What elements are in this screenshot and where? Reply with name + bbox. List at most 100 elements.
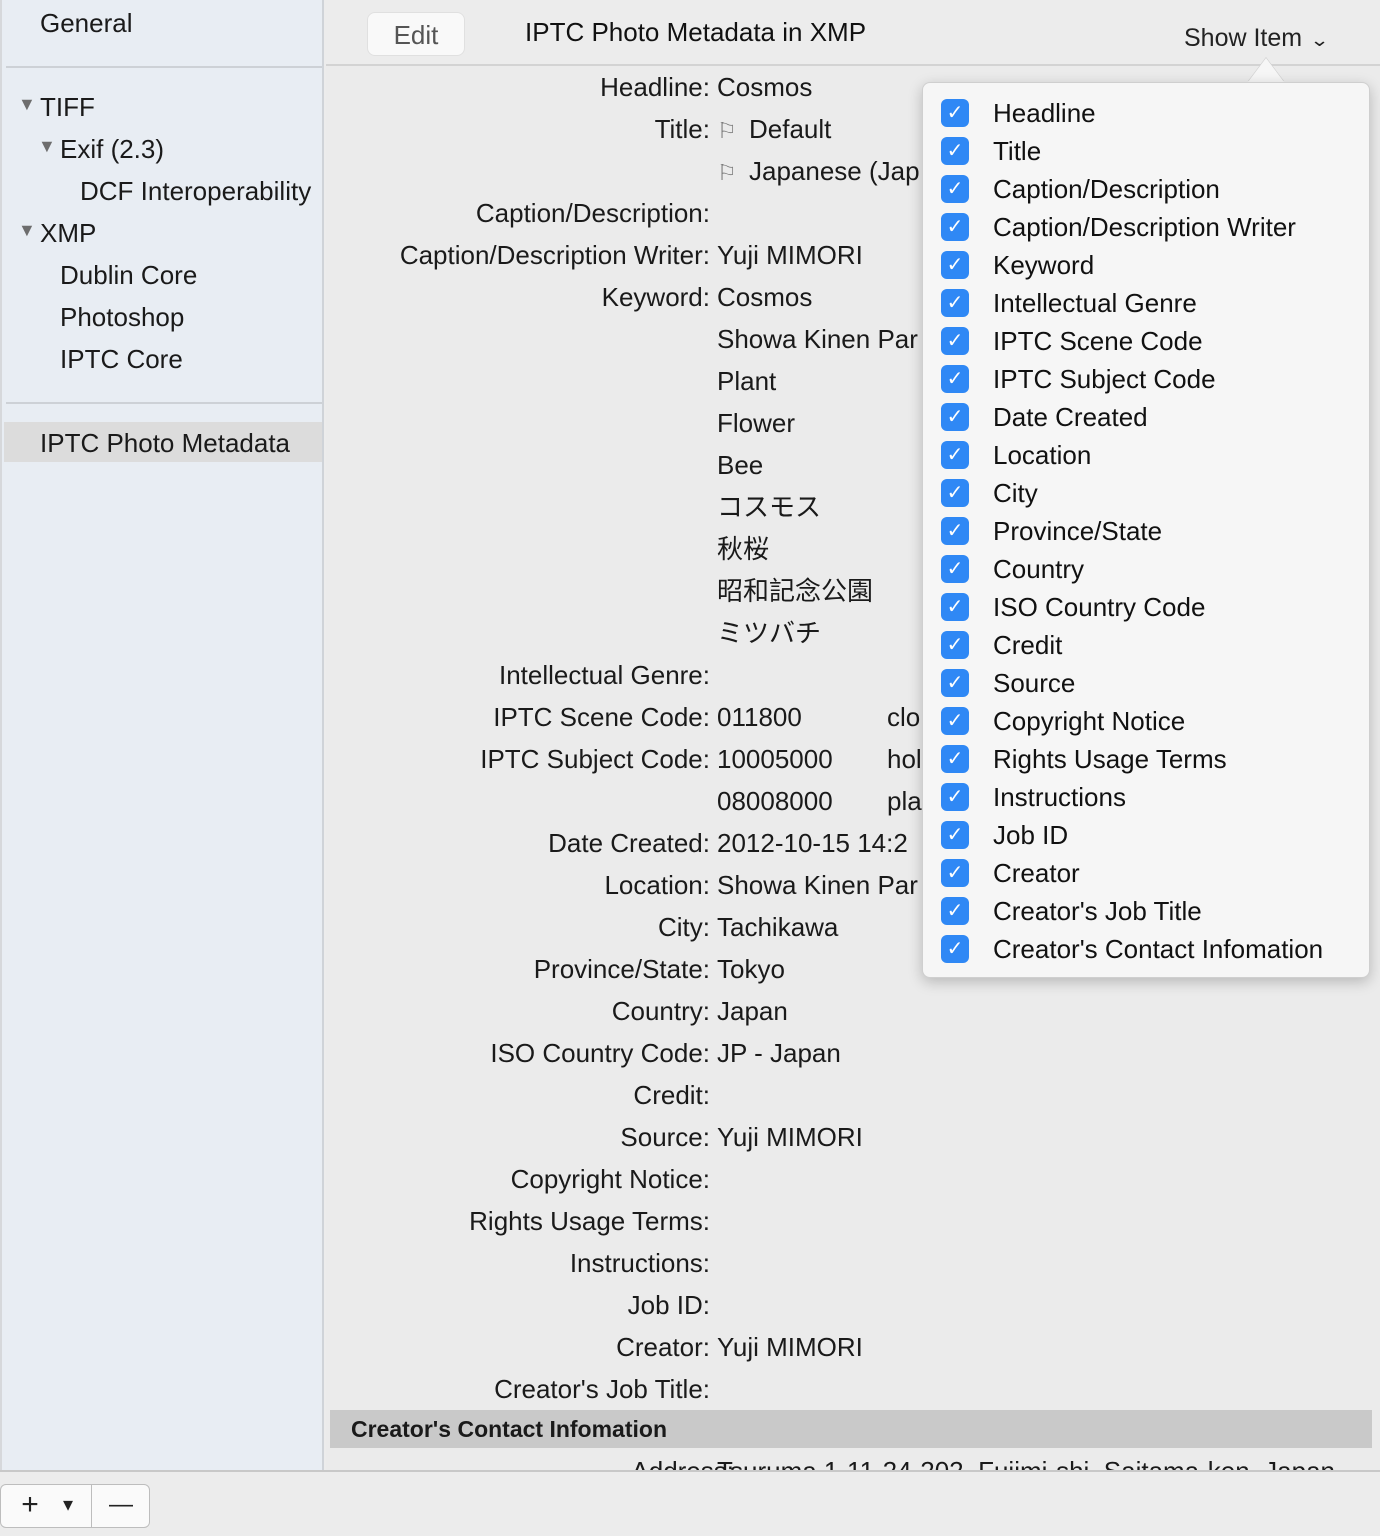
field-value: Cosmos (717, 72, 813, 102)
checkbox-checked-icon[interactable]: ✓ (941, 897, 969, 925)
option-intellectual-genre[interactable]: ✓ Intellectual Genre (941, 285, 1361, 323)
checkbox-checked-icon[interactable]: ✓ (941, 593, 969, 621)
checkbox-checked-icon[interactable]: ✓ (941, 365, 969, 393)
field-label: Instructions: (569, 1248, 710, 1278)
option-label: Headline (993, 98, 1096, 128)
option-headline[interactable]: ✓ Headline (941, 95, 1361, 133)
option-caption[interactable]: ✓ Caption/Description (941, 171, 1361, 209)
checkbox-checked-icon[interactable]: ✓ (941, 99, 969, 127)
sidebar-item-tiff[interactable]: TIFF (40, 92, 95, 122)
disclosure-triangle-icon[interactable]: ▼ (38, 136, 56, 157)
field-label: Copyright Notice: (510, 1164, 710, 1194)
sidebar-item-dublin-core[interactable]: Dublin Core (60, 260, 197, 290)
checkbox-checked-icon[interactable]: ✓ (941, 821, 969, 849)
checkbox-checked-icon[interactable]: ✓ (941, 783, 969, 811)
option-instructions[interactable]: ✓ Instructions (941, 779, 1361, 817)
option-creator[interactable]: ✓ Creator (941, 855, 1361, 893)
option-label: Location (993, 440, 1092, 470)
option-caption-writer[interactable]: ✓ Caption/Description Writer (941, 209, 1361, 247)
popover-arrow (1248, 58, 1284, 82)
disclosure-triangle-icon[interactable]: ▼ (18, 94, 36, 115)
option-label: Copyright Notice (993, 706, 1186, 736)
keyword-value: コスモス (717, 492, 822, 522)
option-credit[interactable]: ✓ Credit (941, 627, 1361, 665)
option-city[interactable]: ✓ City (941, 475, 1361, 513)
flag-icon: ⚐ (717, 160, 737, 185)
option-label: Creator (993, 858, 1080, 888)
checkbox-checked-icon[interactable]: ✓ (941, 707, 969, 735)
title-default-value: Default (749, 114, 832, 144)
sidebar-item-dcf[interactable]: DCF Interoperability (80, 176, 311, 206)
address-row: Address: Tsuruma 1-11-24-202, Fujimi-shi… (596, 1452, 1374, 1470)
field-value: Yuji MIMORI (717, 240, 863, 270)
option-date-created[interactable]: ✓ Date Created (941, 399, 1361, 437)
field-value: ⚐ Japanese (Jap (717, 154, 920, 190)
option-province[interactable]: ✓ Province/State (941, 513, 1361, 551)
remove-button[interactable]: — (97, 1485, 145, 1527)
show-item-button[interactable]: Show Item ⌄ (1184, 22, 1330, 56)
option-country[interactable]: ✓ Country (941, 551, 1361, 589)
checkbox-checked-icon[interactable]: ✓ (941, 175, 969, 203)
keyword-value: Bee (717, 450, 764, 480)
title-japanese-value: Japanese (Jap (749, 156, 920, 186)
checkbox-checked-icon[interactable]: ✓ (941, 669, 969, 697)
checkbox-checked-icon[interactable]: ✓ (941, 137, 969, 165)
checkbox-checked-icon[interactable]: ✓ (941, 213, 969, 241)
option-label: IPTC Scene Code (993, 326, 1203, 356)
field-value: 2012-10-15 14:2 (717, 828, 908, 858)
option-rights[interactable]: ✓ Rights Usage Terms (941, 741, 1361, 779)
checkbox-checked-icon[interactable]: ✓ (941, 935, 969, 963)
option-title[interactable]: ✓ Title (941, 133, 1361, 171)
option-copyright[interactable]: ✓ Copyright Notice (941, 703, 1361, 741)
keyword-value: 昭和記念公園 (717, 576, 874, 606)
show-item-popover: ✓ Headline ✓ Title ✓ Caption/Description ✓ C… (922, 82, 1370, 978)
option-job-id[interactable]: ✓ Job ID (941, 817, 1361, 855)
option-keyword[interactable]: ✓ Keyword (941, 247, 1361, 285)
bottom-bar: + ▾ — (0, 1470, 1380, 1536)
sidebar-item-iptc-photo-metadata[interactable]: IPTC Photo Metadata (40, 428, 290, 458)
flag-icon: ⚐ (717, 118, 737, 143)
field-label: Province/State: (533, 954, 710, 984)
keyword-value: Cosmos (717, 282, 813, 312)
option-iso-country[interactable]: ✓ ISO Country Code (941, 589, 1361, 627)
chevron-down-icon: ⌄ (1309, 30, 1330, 50)
field-value: Tokyo (717, 954, 785, 984)
option-label: ISO Country Code (993, 592, 1206, 622)
disclosure-triangle-icon[interactable]: ▼ (18, 220, 36, 241)
edit-button[interactable]: Edit (367, 12, 465, 56)
checkbox-checked-icon[interactable]: ✓ (941, 631, 969, 659)
checkbox-checked-icon[interactable]: ✓ (941, 745, 969, 773)
option-source[interactable]: ✓ Source (941, 665, 1361, 703)
sidebar-item-general[interactable]: General (40, 8, 133, 38)
option-creator-contact[interactable]: ✓ Creator's Contact Infomation (941, 931, 1361, 969)
option-label: Creator's Contact Infomation (993, 934, 1324, 964)
checkbox-checked-icon[interactable]: ✓ (941, 555, 969, 583)
add-button[interactable]: + (13, 1485, 47, 1527)
sidebar-item-xmp[interactable]: XMP (40, 218, 96, 248)
add-menu-chevron-icon[interactable]: ▾ (55, 1485, 81, 1527)
option-subject-code[interactable]: ✓ IPTC Subject Code (941, 361, 1361, 399)
option-location[interactable]: ✓ Location (941, 437, 1361, 475)
option-creator-job-title[interactable]: ✓ Creator's Job Title (941, 893, 1361, 931)
field-label: City: (658, 912, 710, 942)
button-separator (91, 1485, 92, 1527)
checkbox-checked-icon[interactable]: ✓ (941, 251, 969, 279)
keyword-value: 秋桜 (717, 534, 770, 564)
sidebar-divider (6, 66, 322, 68)
sidebar-item-exif[interactable]: Exif (2.3) (60, 134, 164, 164)
checkbox-checked-icon[interactable]: ✓ (941, 327, 969, 355)
sidebar-item-photoshop[interactable]: Photoshop (60, 302, 184, 332)
checkbox-checked-icon[interactable]: ✓ (941, 517, 969, 545)
checkbox-checked-icon[interactable]: ✓ (941, 859, 969, 887)
field-value: Showa Kinen Par (717, 870, 918, 900)
checkbox-checked-icon[interactable]: ✓ (941, 403, 969, 431)
option-scene-code[interactable]: ✓ IPTC Scene Code (941, 323, 1361, 361)
checkbox-checked-icon[interactable]: ✓ (941, 289, 969, 317)
panel-title: IPTC Photo Metadata in XMP (525, 17, 867, 47)
checkbox-checked-icon[interactable]: ✓ (941, 441, 969, 469)
sidebar-item-iptc-core[interactable]: IPTC Core (60, 344, 183, 374)
checkbox-checked-icon[interactable]: ✓ (941, 479, 969, 507)
option-label: IPTC Subject Code (993, 364, 1216, 394)
keyword-value: Showa Kinen Par (717, 324, 918, 354)
field-value: Yuji MIMORI (717, 1332, 863, 1362)
